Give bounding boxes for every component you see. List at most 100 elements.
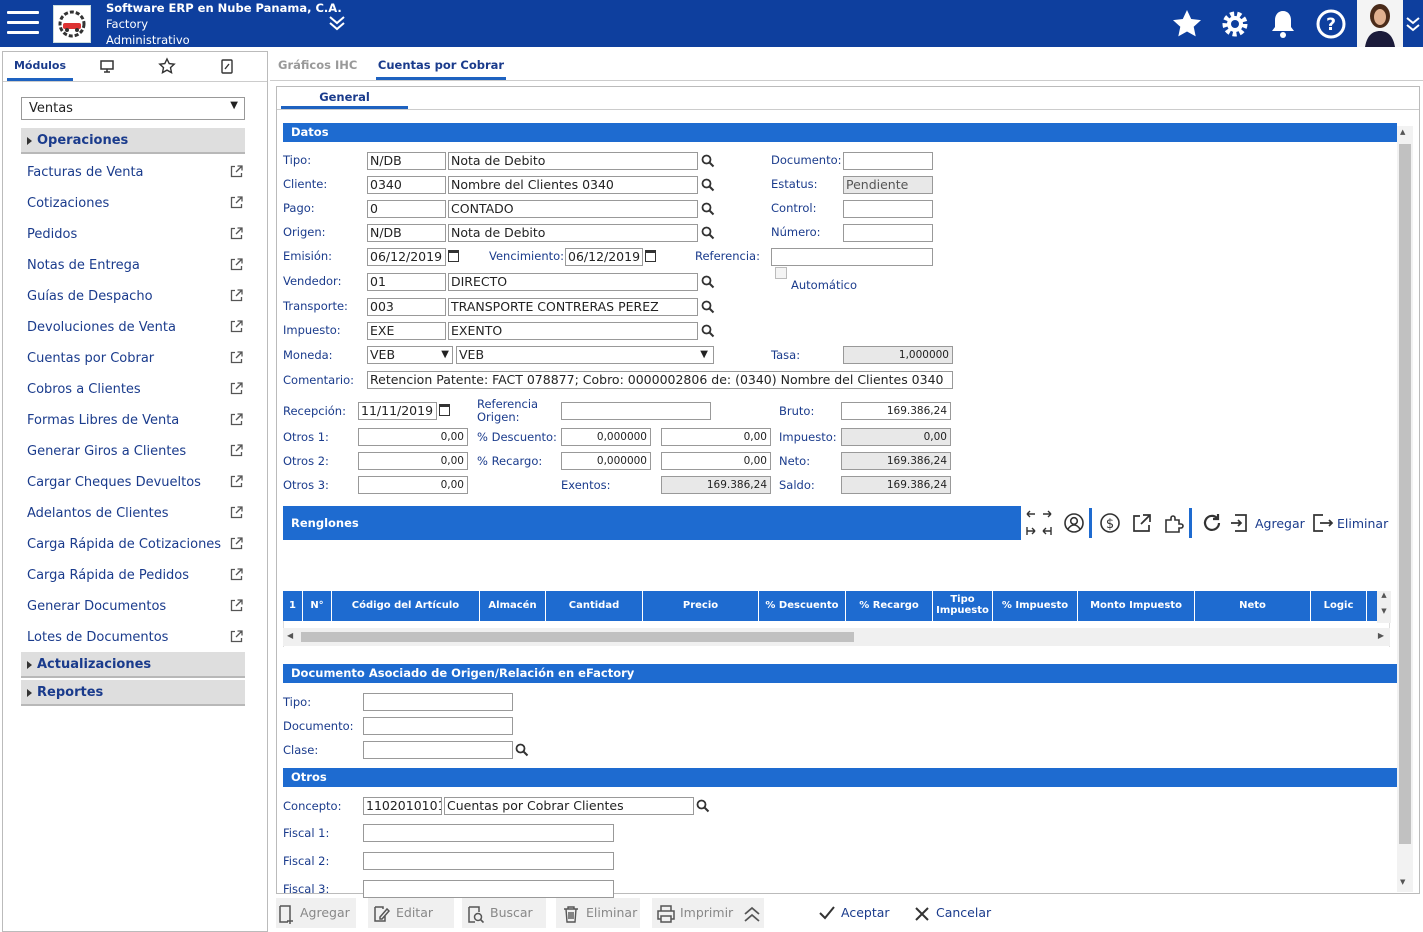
scroll-right-arrow-icon[interactable]: ▶ — [1378, 631, 1384, 640]
external-link-icon[interactable] — [1131, 512, 1153, 534]
sidebar-item[interactable]: Carga Rápida de Pedidos — [27, 568, 245, 588]
search-icon[interactable] — [701, 275, 715, 289]
sidebar-item[interactable]: Adelantos de Clientes — [27, 506, 245, 526]
referencia-input[interactable] — [771, 248, 933, 266]
search-icon[interactable] — [701, 154, 715, 168]
external-link-icon[interactable] — [230, 320, 243, 333]
asociado-tipo-input[interactable] — [363, 693, 513, 711]
sidebar-item[interactable]: Cotizaciones — [27, 196, 245, 216]
documento-input[interactable] — [843, 152, 933, 170]
sidebar-item[interactable]: Devoluciones de Venta — [27, 320, 245, 340]
column-header[interactable]: Logic — [1311, 591, 1367, 621]
bell-icon[interactable] — [1267, 8, 1299, 40]
scroll-down-arrow-icon[interactable]: ▼ — [1377, 607, 1391, 615]
external-link-icon[interactable] — [230, 599, 243, 612]
pago-code-input[interactable]: 0 — [367, 200, 446, 218]
external-link-icon[interactable] — [230, 444, 243, 457]
agregar-button[interactable]: Agregar — [276, 898, 356, 928]
imprimir-button[interactable]: Imprimir — [652, 898, 764, 928]
column-header[interactable]: Tipo Impuesto — [933, 591, 993, 621]
attachment-icon[interactable] — [213, 52, 241, 81]
search-icon[interactable] — [701, 202, 715, 216]
cliente-code-input[interactable]: 0340 — [367, 176, 446, 194]
comentario-input[interactable]: Retencion Patente: FACT 078877; Cobro: 0… — [367, 371, 953, 389]
external-link-icon[interactable] — [230, 227, 243, 240]
column-header[interactable]: % Recargo — [846, 591, 933, 621]
scroll-left-arrow-icon[interactable]: ◀ — [287, 631, 293, 640]
moneda-name-select[interactable]: VEB ▼ — [456, 346, 714, 364]
tab-graficos-ihc[interactable]: Gráficos IHC — [278, 51, 358, 80]
column-header[interactable]: Monto Impuesto — [1078, 591, 1195, 621]
add-row-icon[interactable] — [1229, 512, 1249, 534]
scroll-up-arrow-icon[interactable]: ▲ — [1400, 128, 1405, 136]
aceptar-button[interactable]: Aceptar — [816, 898, 896, 928]
fiscal3-input[interactable] — [363, 880, 614, 898]
vendedor-code-input[interactable]: 01 — [367, 273, 446, 291]
search-icon[interactable] — [515, 743, 529, 757]
recargo-pct-input[interactable]: 0,000000 — [561, 452, 651, 470]
sidebar-item[interactable]: Cuentas por Cobrar — [27, 351, 245, 371]
remove-row-icon[interactable] — [1311, 512, 1335, 534]
hamburger-menu-icon[interactable] — [7, 11, 39, 35]
tipo-name-input[interactable]: Nota de Debito — [448, 152, 698, 170]
sidebar-item[interactable]: Lotes de Documentos — [27, 630, 245, 650]
external-link-icon[interactable] — [230, 506, 243, 519]
eliminar-button[interactable]: Eliminar — [556, 898, 640, 928]
external-link-icon[interactable] — [230, 537, 243, 550]
section-reportes[interactable]: Reportes — [21, 680, 245, 706]
external-link-icon[interactable] — [230, 196, 243, 209]
sidebar-item[interactable]: Facturas de Venta — [27, 165, 245, 185]
search-icon[interactable] — [701, 226, 715, 240]
column-header[interactable]: N° — [303, 591, 332, 621]
external-link-icon[interactable] — [230, 413, 243, 426]
external-link-icon[interactable] — [230, 475, 243, 488]
sidebar-item[interactable]: Pedidos — [27, 227, 245, 247]
column-header[interactable]: % Impuesto — [993, 591, 1078, 621]
chevron-double-up-icon[interactable] — [742, 905, 762, 923]
recepcion-input[interactable]: 11/11/2019 — [358, 402, 437, 420]
sidebar-item[interactable]: Formas Libres de Venta — [27, 413, 245, 433]
concepto-name-input[interactable]: Cuentas por Cobrar Clientes — [444, 797, 694, 815]
asociado-documento-input[interactable] — [363, 717, 513, 735]
tipo-code-input[interactable]: N/DB — [367, 152, 446, 170]
tab-modulos[interactable]: Módulos — [7, 52, 73, 81]
descuento-pct-input[interactable]: 0,000000 — [561, 428, 651, 446]
emision-input[interactable]: 06/12/2019 — [367, 248, 446, 266]
scroll-up-arrow-icon[interactable]: ▲ — [1377, 591, 1391, 599]
user-circle-icon[interactable] — [1063, 512, 1085, 534]
cancelar-button[interactable]: Cancelar — [910, 898, 994, 928]
search-icon[interactable] — [696, 799, 710, 813]
sidebar-item[interactable]: Carga Rápida de Cotizaciones — [27, 537, 245, 557]
otros2-input[interactable]: 0,00 — [358, 452, 468, 470]
asociado-clase-input[interactable] — [363, 741, 513, 759]
external-link-icon[interactable] — [230, 289, 243, 302]
external-link-icon[interactable] — [230, 258, 243, 271]
table-vscroll[interactable]: ▲ ▼ — [1377, 591, 1391, 623]
concepto-code-input[interactable]: 1102010101 — [363, 797, 442, 815]
editar-button[interactable]: Editar — [368, 898, 454, 928]
otros1-input[interactable]: 0,00 — [358, 428, 468, 446]
numero-input[interactable] — [843, 224, 933, 242]
origen-code-input[interactable]: N/DB — [367, 224, 446, 242]
external-link-icon[interactable] — [230, 165, 243, 178]
calendar-icon[interactable] — [439, 404, 450, 416]
descuento-monto-input[interactable]: 0,00 — [661, 428, 771, 446]
recargo-monto-input[interactable]: 0,00 — [661, 452, 771, 470]
chevron-double-down-icon[interactable] — [326, 12, 348, 34]
puzzle-icon[interactable] — [1163, 512, 1185, 534]
chevron-down-icon[interactable] — [1404, 14, 1422, 34]
sidebar-item[interactable]: Generar Documentos — [27, 599, 245, 619]
column-header[interactable]: Almacén — [480, 591, 546, 621]
dollar-icon[interactable]: $ — [1099, 512, 1121, 534]
eliminar-renglon-button[interactable]: Eliminar — [1337, 516, 1388, 531]
section-operaciones[interactable]: Operaciones — [21, 128, 245, 154]
user-avatar[interactable] — [1357, 0, 1403, 47]
scroll-down-arrow-icon[interactable]: ▼ — [1400, 878, 1405, 886]
gear-icon[interactable] — [1219, 8, 1251, 40]
sidebar-item[interactable]: Generar Giros a Clientes — [27, 444, 245, 464]
search-icon[interactable] — [701, 300, 715, 314]
vendedor-name-input[interactable]: DIRECTO — [448, 273, 698, 291]
expand-arrows-icon[interactable] — [1023, 506, 1055, 540]
search-icon[interactable] — [701, 178, 715, 192]
transporte-code-input[interactable]: 003 — [367, 298, 446, 316]
